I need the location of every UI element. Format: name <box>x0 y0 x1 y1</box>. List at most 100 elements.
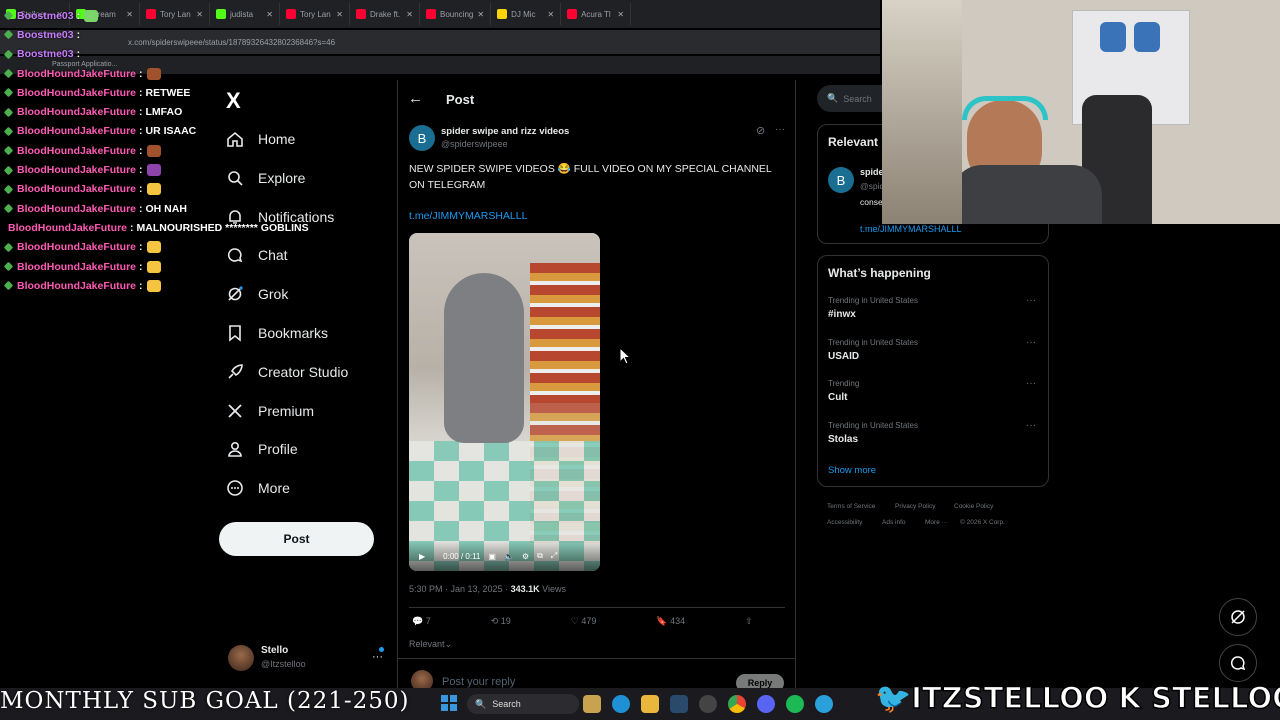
video-controls: ▶ 0:00 / 0:11 ▣ 🔈 ⚙ ⧉ ⤢ <box>409 541 600 571</box>
poster-logo <box>1100 22 1126 52</box>
views-label: Views <box>542 584 566 594</box>
chat-emote-icon <box>146 260 161 273</box>
repost-button[interactable]: ⟲ 19 <box>491 616 511 627</box>
bookmark-count: 434 <box>670 616 686 626</box>
trend-more-icon[interactable]: ··· <box>1026 295 1036 306</box>
trend-more-icon[interactable]: ··· <box>1026 337 1036 348</box>
trend-name[interactable]: Cult <box>828 392 847 403</box>
sidebar-item-creator-studio[interactable]: Creator Studio <box>226 363 348 381</box>
chat-message: BloodHoundJakeFuture: MALNOURISHED ******… <box>1 218 309 237</box>
back-arrow-icon[interactable]: ← <box>408 90 423 107</box>
trend-more-icon[interactable]: ··· <box>1026 378 1036 389</box>
obs-icon[interactable] <box>699 695 717 713</box>
telegram-icon[interactable] <box>815 695 833 713</box>
close-icon[interactable]: ✕ <box>617 10 624 19</box>
trend-name[interactable]: Stolas <box>828 434 858 445</box>
happening-title: What’s happening <box>828 266 931 280</box>
taskbar-search-label: Search <box>492 699 521 709</box>
badge-icon <box>3 126 14 137</box>
relevant-link[interactable]: t.me/JIMMYMARSHALLL <box>860 224 962 234</box>
browser-tab[interactable]: DJ Mic ✕ <box>491 3 562 25</box>
messages-fab-icon[interactable] <box>1219 644 1257 682</box>
profile-icon <box>228 442 242 458</box>
chat-colon: : <box>139 202 143 215</box>
start-icon[interactable] <box>441 695 457 711</box>
webcam-overlay <box>882 0 1280 224</box>
volume-icon[interactable]: 🔈 <box>504 552 514 561</box>
chat-colon: : <box>139 144 143 157</box>
tab-label: Acura Tl <box>581 9 611 19</box>
reply-input[interactable]: Post your reply <box>442 676 515 688</box>
grok-fab-icon[interactable] <box>1219 598 1257 636</box>
chat-username: BloodHoundJakeFuture <box>17 164 137 177</box>
edge-icon[interactable] <box>612 695 630 713</box>
play-icon[interactable]: ▶ <box>419 552 425 561</box>
account-handle: @Itzstelloo <box>261 659 306 669</box>
spotify-icon[interactable] <box>786 695 804 713</box>
footer-terms[interactable]: Terms of Service <box>827 503 875 510</box>
sidebar-item-premium[interactable]: Premium <box>226 402 314 420</box>
author-handle[interactable]: @spiderswipeee <box>441 139 508 149</box>
chat-username: BloodHoundJakeFuture <box>17 67 137 80</box>
sidebar-item-more[interactable]: More <box>226 479 290 497</box>
badge-icon <box>3 30 14 40</box>
close-icon[interactable]: ✕ <box>477 10 484 19</box>
avatar <box>228 645 254 671</box>
chat-message: BloodHoundJakeFuture: RETWEE <box>3 83 244 102</box>
browser-tab[interactable]: Drake ft. ✕ <box>350 3 420 25</box>
chat-colon: : <box>139 67 143 80</box>
grok-icon[interactable]: ⊘ <box>756 124 765 137</box>
relevant-avatar[interactable]: B <box>828 167 854 193</box>
more-icon[interactable]: ··· <box>372 651 383 663</box>
sidebar-item-profile[interactable]: Profile <box>226 440 298 458</box>
discord-icon[interactable] <box>757 695 775 713</box>
chat-message: BloodHoundJakeFuture: LMFAO <box>3 102 244 121</box>
chat-username: BloodHoundJakeFuture <box>17 125 137 138</box>
chat-emote-icon <box>146 164 161 177</box>
post-more-icon[interactable]: ··· <box>775 124 785 135</box>
show-more-link[interactable]: Show more <box>828 465 876 476</box>
tab-favicon-icon <box>426 9 436 19</box>
trend-name[interactable]: #inwx <box>828 309 856 320</box>
steam-icon[interactable] <box>670 695 688 713</box>
browser-tab[interactable]: Tory Lan ✕ <box>280 3 350 25</box>
close-icon[interactable]: ✕ <box>266 10 273 19</box>
bookmark-button[interactable]: 🔖 434 <box>656 616 685 627</box>
author-avatar[interactable]: B <box>409 125 435 151</box>
sort-dropdown[interactable]: Relevant⌄ <box>409 639 452 650</box>
taskbar-search[interactable]: 🔍 Search <box>467 694 579 714</box>
badge-icon <box>3 281 14 291</box>
captions-icon[interactable]: ▣ <box>488 552 496 561</box>
close-icon[interactable]: ✕ <box>406 10 413 19</box>
repost-count: 19 <box>500 616 511 626</box>
fullscreen-icon[interactable]: ⤢ <box>551 551 557 561</box>
settings-icon[interactable]: ⚙ <box>522 552 529 561</box>
pip-icon[interactable]: ⧉ <box>537 551 543 561</box>
sidebar-item-label: Explore <box>258 169 306 186</box>
footer-ads[interactable]: Ads info <box>882 519 906 526</box>
post-link[interactable]: t.me/JIMMYMARSHALLL <box>409 210 527 222</box>
close-icon[interactable]: ✕ <box>547 10 554 19</box>
reply-button[interactable]: 💬 7 <box>412 616 431 627</box>
post-video[interactable]: ▶ 0:00 / 0:11 ▣ 🔈 ⚙ ⧉ ⤢ <box>409 233 600 571</box>
browser-tab[interactable]: Bouncing ✕ <box>420 3 492 25</box>
account-switcher[interactable]: Stello @Itzstelloo ··· <box>228 643 388 673</box>
footer-more[interactable]: More ··· <box>925 519 948 526</box>
widget-icon[interactable] <box>583 695 601 713</box>
author-name[interactable]: spider swipe and rizz videos <box>441 126 569 137</box>
close-icon[interactable]: ✕ <box>336 10 343 19</box>
footer-privacy[interactable]: Privacy Policy <box>895 503 935 510</box>
trend-name[interactable]: USAID <box>828 351 859 362</box>
trend-more-icon[interactable]: ··· <box>1026 420 1036 431</box>
compose-post-button[interactable]: Post <box>219 522 374 556</box>
browser-tab[interactable]: Acura Tl ✕ <box>561 3 632 25</box>
footer-accessibility[interactable]: Accessibility <box>827 519 862 526</box>
sidebar-item-bookmarks[interactable]: Bookmarks <box>226 324 328 342</box>
chrome-icon[interactable] <box>728 695 746 713</box>
headset <box>962 96 1048 120</box>
video-frame-shelf <box>530 263 600 403</box>
footer-cookie[interactable]: Cookie Policy <box>954 503 993 510</box>
like-button[interactable]: ♡ 479 <box>571 616 597 627</box>
file-explorer-icon[interactable] <box>641 695 659 713</box>
share-icon[interactable]: ⇧ <box>745 616 753 627</box>
